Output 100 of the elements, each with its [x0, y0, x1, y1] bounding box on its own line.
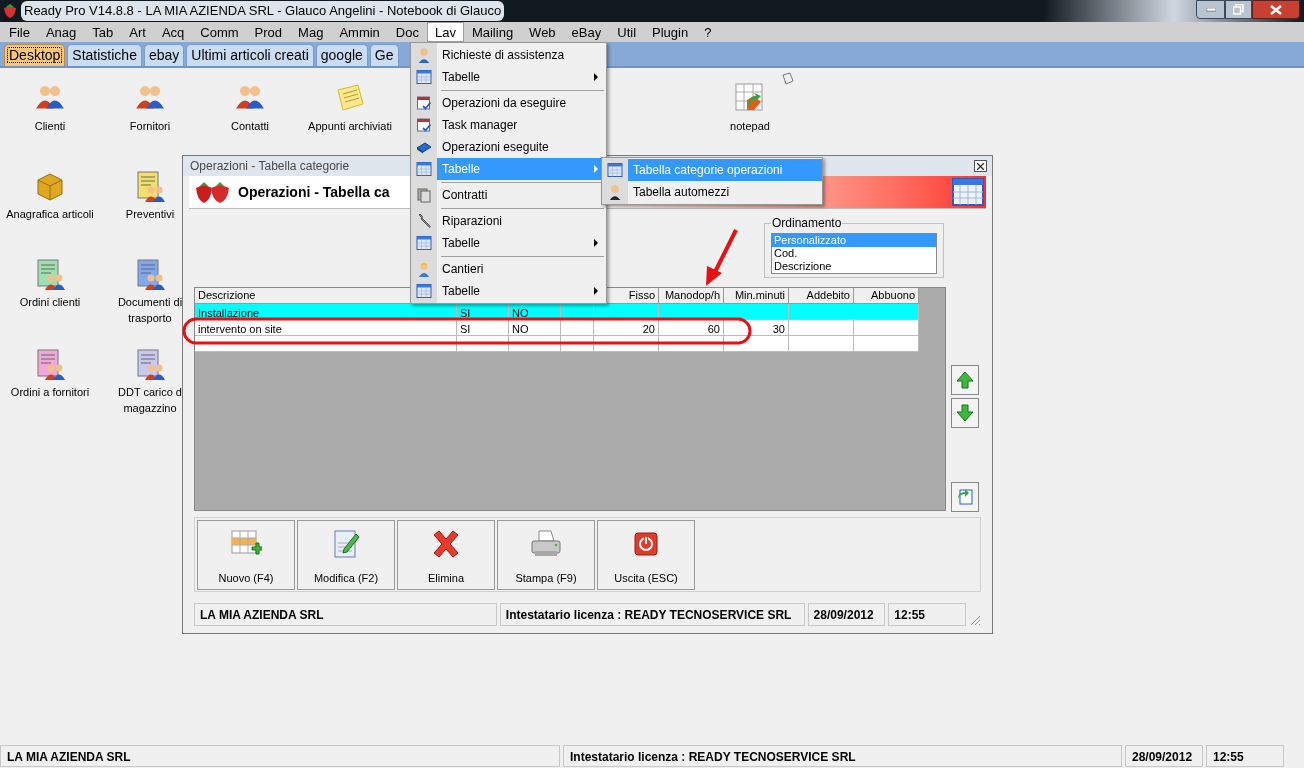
toolbar-button[interactable]: Nuovo (F4) [197, 520, 295, 590]
table-icon [416, 283, 432, 299]
toolbar-button[interactable]: Stampa (F9) [497, 520, 595, 590]
icon-label[interactable]: Anagrafica articoli [6, 206, 94, 222]
icon-label[interactable]: Documenti di [117, 294, 183, 310]
menu-item[interactable]: Riparazioni [411, 210, 606, 232]
menu-item[interactable]: Richieste di assistenza [411, 44, 606, 66]
menu-item[interactable]: Prod [246, 22, 291, 42]
list-item[interactable]: Cod. [772, 247, 936, 260]
move-down-button[interactable] [951, 398, 979, 428]
menu-item[interactable]: Mag [290, 22, 332, 42]
menu-item[interactable]: Doc [387, 22, 427, 42]
table-cell [457, 336, 509, 352]
icon-label[interactable]: trasporto [128, 310, 172, 326]
menu-item[interactable]: Operazioni da eseguire [411, 92, 606, 114]
close-icon [1270, 4, 1282, 15]
restore-button[interactable] [1225, 0, 1252, 19]
table-cell [509, 336, 561, 352]
icon-label[interactable]: Ordini a fornitori [10, 384, 90, 400]
status-field: Intestatario licenza : READY TECNOSERVICE SRL [563, 745, 1122, 767]
menu-item[interactable]: Cantieri [411, 258, 606, 280]
icon-label[interactable]: Ordini clienti [19, 294, 81, 310]
submenu-arrow-icon [594, 165, 598, 173]
icon-label[interactable]: Clienti [34, 118, 66, 134]
icon-label[interactable]: Contatti [231, 118, 269, 134]
table-cell [561, 336, 594, 352]
tab[interactable]: Desktop [4, 44, 66, 66]
submenu-arrow-icon [594, 287, 598, 295]
note-icon [334, 82, 366, 114]
menu-item[interactable]: Plugin [644, 22, 697, 42]
toolbar-button[interactable]: Uscita (ESC) [597, 520, 695, 590]
window-title: Ready Pro V14.8.8 - LA MIA AZIENDA SRL - Glauco Angelini - Notebook di Glauco [21, 1, 505, 21]
menu-item[interactable]: Anag [37, 22, 85, 42]
menu-item[interactable]: File [1, 22, 38, 42]
menu-item[interactable]: Web [521, 22, 564, 42]
icon-label[interactable]: DDT carico d [118, 384, 182, 400]
table-row[interactable]: Installazione SI NO [195, 304, 919, 320]
tab[interactable]: Statistiche [67, 44, 142, 66]
toolbar-button[interactable]: Elimina [397, 520, 495, 590]
menu-item[interactable]: ? [696, 22, 720, 42]
person-icon [416, 261, 432, 277]
menu-item[interactable]: Art [121, 22, 154, 42]
toolbar-button[interactable]: Modifica (F2) [297, 520, 395, 590]
tab[interactable]: google [315, 44, 368, 66]
menu-item[interactable]: Tabelle [411, 66, 606, 88]
table-cell [659, 336, 724, 352]
close-icon [977, 162, 984, 170]
menu-item[interactable]: Ammin [331, 22, 388, 42]
menu-item[interactable]: Tab [84, 22, 122, 42]
tab[interactable]: Ultimi articoli creati [186, 44, 314, 66]
table-icon [416, 69, 432, 85]
documents-icon [416, 187, 432, 203]
grid-arrow-icon [734, 82, 766, 114]
dialog-heading: Operazioni - Tabella ca [238, 182, 390, 202]
document-people-icon [34, 348, 66, 380]
group-label: Ordinamento [771, 216, 843, 230]
status-field: 12:55 [888, 603, 967, 626]
strawberry-icon [3, 3, 17, 19]
restore-icon [1233, 4, 1244, 15]
document-people-icon [134, 348, 166, 380]
list-item[interactable]: Descrizione [772, 260, 936, 273]
minimize-button[interactable] [1196, 0, 1225, 19]
person-icon [416, 47, 432, 63]
menu-item[interactable]: Tabella automezzi [602, 181, 822, 203]
icon-label[interactable]: Fornitori [129, 118, 171, 134]
menu-item[interactable]: Lav [426, 22, 464, 42]
status-field: 12:55 [1206, 745, 1284, 767]
document-people-icon [34, 258, 66, 290]
close-button[interactable] [1252, 0, 1300, 19]
menu-item[interactable]: Acq [153, 22, 193, 42]
menu-item[interactable]: Tabelle [411, 232, 606, 254]
move-up-button[interactable] [951, 365, 979, 395]
resize-grip-icon [969, 614, 981, 626]
menu-item[interactable]: Operazioni eseguite [411, 136, 606, 158]
table-icon [607, 162, 623, 178]
icon-label[interactable]: Preventivi [125, 206, 175, 222]
menu-item[interactable]: Task manager [411, 114, 606, 136]
icon-label[interactable]: notepad [730, 118, 770, 134]
wrench-icon [416, 213, 432, 229]
menu-item[interactable]: Mailing [463, 22, 522, 42]
close-button[interactable] [974, 160, 987, 172]
person-icon [607, 184, 623, 200]
icon-label[interactable]: Appunti archiviati [308, 118, 392, 134]
dialog-title: Operazioni - Tabella categorie [190, 158, 350, 175]
up-arrow-icon [955, 370, 975, 390]
icon-label[interactable]: magazzino [123, 400, 177, 416]
tab[interactable]: Ge [369, 44, 399, 66]
down-arrow-icon [955, 403, 975, 423]
document-people-icon [134, 170, 166, 202]
table-row[interactable]: intervento on site SI NO 20 60 30 [195, 320, 919, 336]
submenu-arrow-icon [594, 73, 598, 81]
refresh-icon [955, 487, 975, 507]
refresh-button[interactable] [951, 482, 979, 512]
menu-item[interactable]: eBay [563, 22, 610, 42]
scroll-icon [781, 72, 795, 86]
document-people-icon [134, 258, 166, 290]
menu-item[interactable]: Util [609, 22, 645, 42]
table-icon [416, 235, 432, 251]
menu-item[interactable]: Comm [192, 22, 247, 42]
tab[interactable]: ebay [143, 44, 185, 66]
